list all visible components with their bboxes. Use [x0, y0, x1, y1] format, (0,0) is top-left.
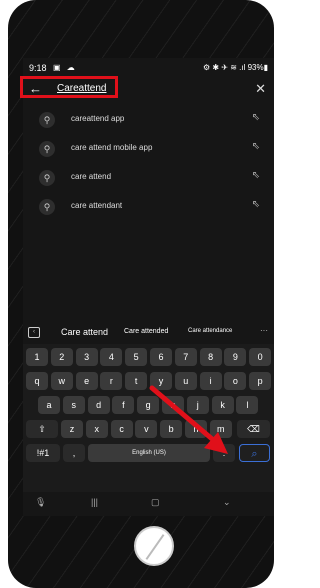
comma-key[interactable]: ,	[63, 444, 85, 462]
key-c[interactable]: c	[110, 420, 133, 438]
battery-text: 93%	[247, 63, 264, 72]
prediction-item[interactable]: Care attend	[61, 327, 108, 337]
key-a[interactable]: a	[38, 396, 60, 414]
highlight-box	[20, 76, 118, 98]
fill-query-icon[interactable]: ⇖	[252, 112, 260, 123]
home-icon[interactable]: ▢	[151, 497, 160, 508]
suggestion-text: care attend mobile app	[71, 143, 153, 152]
search-icon: ⚲	[39, 141, 55, 157]
fill-query-icon[interactable]: ⇖	[252, 199, 260, 210]
key-3[interactable]: 3	[75, 348, 98, 366]
mic-icon[interactable]: 🎙	[35, 497, 46, 508]
key-z[interactable]: z	[61, 420, 83, 438]
suggestion-item[interactable]: ⚲ care attend mobile app ⇖	[23, 135, 274, 163]
search-key[interactable]: ⌕	[239, 444, 270, 462]
status-time: 9:18	[29, 63, 47, 73]
close-icon[interactable]: ✕	[255, 81, 266, 97]
key-p[interactable]: p	[249, 372, 272, 390]
key-d[interactable]: d	[87, 396, 110, 414]
key-e[interactable]: e	[75, 372, 98, 390]
navigation-bar: 🎙 ||| ▢ ⌄	[23, 492, 274, 516]
search-icon: ⚲	[39, 112, 55, 128]
fill-query-icon[interactable]: ⇖	[252, 141, 260, 152]
key-x[interactable]: x	[85, 420, 108, 438]
key-5[interactable]: 5	[125, 348, 148, 366]
key-w[interactable]: w	[50, 372, 73, 390]
key-2[interactable]: 2	[50, 348, 73, 366]
recents-icon[interactable]: |||	[91, 497, 98, 507]
notification-icons: ▣ ☁	[53, 63, 77, 72]
hide-keyboard-icon[interactable]: ⌄	[223, 497, 231, 508]
prediction-item[interactable]: Care attendance	[188, 328, 232, 334]
key-0[interactable]: 0	[249, 348, 272, 366]
search-icon: ⚲	[39, 199, 55, 215]
prediction-item[interactable]: Care attended	[124, 328, 168, 335]
backspace-key[interactable]: ⌫	[237, 420, 270, 438]
red-arrow-icon	[149, 385, 228, 454]
suggestion-text: care attend	[71, 172, 112, 181]
more-options-icon[interactable]: ···	[260, 326, 268, 335]
suggestion-item[interactable]: ⚲ careattend app ⇖	[23, 106, 274, 134]
phone-frame: 9:18 ▣ ☁ ⚙ ✱ ✈ ≋ .ıl 93%▮ ← Careattend ✕…	[8, 0, 274, 588]
key-r[interactable]: r	[100, 372, 123, 390]
prediction-bar: ‹ Care attend Care attended Care attenda…	[23, 324, 274, 342]
key-8[interactable]: 8	[199, 348, 222, 366]
key-f[interactable]: f	[112, 396, 135, 414]
keyboard-toggle-icon[interactable]: ‹	[28, 327, 40, 338]
symbols-key[interactable]: !#1	[26, 444, 60, 462]
search-icon: ⚲	[39, 170, 55, 186]
suggestion-text: care attendant	[71, 201, 123, 210]
status-bar: 9:18 ▣ ☁ ⚙ ✱ ✈ ≋ .ıl 93%▮	[23, 58, 274, 78]
key-l[interactable]: l	[236, 396, 259, 414]
home-button[interactable]	[134, 526, 174, 566]
key-s[interactable]: s	[62, 396, 85, 414]
fill-query-icon[interactable]: ⇖	[252, 170, 260, 181]
suggestion-text: careattend app	[71, 114, 125, 123]
suggestion-item[interactable]: ⚲ care attendant ⇖	[23, 193, 274, 221]
key-t[interactable]: t	[125, 372, 148, 390]
key-q[interactable]: q	[26, 372, 48, 390]
key-4[interactable]: 4	[100, 348, 123, 366]
shift-key[interactable]: ⇧	[26, 420, 58, 438]
suggestion-item[interactable]: ⚲ care attend ⇖	[23, 164, 274, 192]
key-9[interactable]: 9	[224, 348, 247, 366]
key-6[interactable]: 6	[150, 348, 172, 366]
key-1[interactable]: 1	[26, 348, 48, 366]
key-7[interactable]: 7	[174, 348, 197, 366]
status-right: ⚙ ✱ ✈ ≋ .ıl 93%▮	[202, 63, 268, 72]
